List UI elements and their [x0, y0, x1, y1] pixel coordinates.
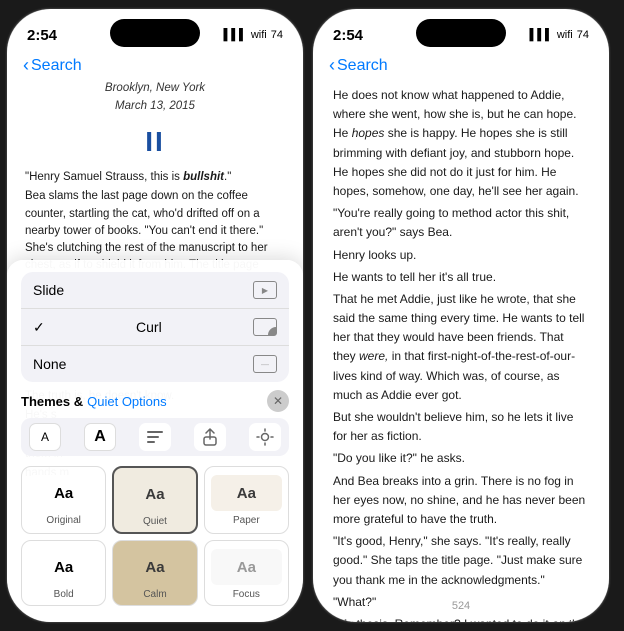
font-increase-button[interactable]: A: [84, 423, 116, 451]
book-location: Brooklyn, New York March 13, 2015: [25, 80, 285, 116]
signal-icon: ▌▌▌: [223, 29, 246, 41]
time-left: 2:54: [27, 27, 57, 44]
theme-paper-preview: Aa: [211, 475, 282, 511]
theme-calm[interactable]: Aa Calm: [112, 540, 197, 606]
theme-quiet-label: Quiet: [143, 516, 167, 527]
theme-bold-preview: Aa: [28, 549, 99, 585]
wifi-icon: wifi: [251, 29, 267, 41]
dynamic-island-right: [416, 19, 506, 47]
theme-grid: Aa Original Aa Quiet Aa Paper Aa Bold: [21, 466, 289, 606]
none-label: None: [33, 356, 66, 372]
theme-original[interactable]: Aa Original: [21, 466, 106, 534]
transition-slide[interactable]: Slide ▶: [21, 272, 289, 309]
app-container: 2:54 ▌▌▌ wifi 74 ‹ Search Brooklyn, New …: [6, 8, 618, 623]
signal-icon-right: ▌▌▌: [529, 29, 552, 41]
status-icons-right: ▌▌▌ wifi 74: [529, 29, 589, 41]
none-icon: —: [253, 355, 277, 373]
themes-label: Themes &: [21, 394, 83, 409]
theme-bold[interactable]: Aa Bold: [21, 540, 106, 606]
theme-calm-label: Calm: [143, 589, 166, 600]
back-label-right: Search: [337, 57, 388, 75]
quiet-options-link[interactable]: Quiet Options: [87, 394, 167, 409]
battery-icon: 74: [271, 29, 283, 41]
theme-quiet-preview: Aa: [120, 476, 189, 512]
theme-bold-label: Bold: [54, 589, 74, 600]
back-button-left[interactable]: ‹ Search: [23, 55, 82, 76]
theme-focus-preview: Aa: [211, 549, 282, 585]
nav-bar-left: ‹ Search: [7, 53, 303, 80]
back-chevron-right: ‹: [329, 55, 335, 76]
chapter-number: II: [25, 120, 285, 163]
theme-focus-label: Focus: [233, 589, 260, 600]
theme-original-preview: Aa: [28, 475, 99, 511]
right-phone: 2:54 ▌▌▌ wifi 74 ‹ Search He does not kn…: [312, 8, 610, 623]
dynamic-island: [110, 19, 200, 47]
themes-header: Themes & Quiet Options ✕: [21, 390, 289, 412]
curl-icon: [253, 318, 277, 336]
theme-paper-label: Paper: [233, 515, 260, 526]
page-number: 524: [452, 600, 470, 612]
back-chevron-left: ‹: [23, 55, 29, 76]
close-button[interactable]: ✕: [267, 390, 289, 412]
font-decrease-button[interactable]: A: [29, 423, 61, 451]
status-icons-left: ▌▌▌ wifi 74: [223, 29, 283, 41]
time-right: 2:54: [333, 27, 363, 44]
reading-content: He does not know what happened to Addie,…: [313, 80, 609, 622]
transition-curl[interactable]: ✓ Curl: [21, 309, 289, 346]
slide-icon: ▶: [253, 281, 277, 299]
share-button[interactable]: [194, 423, 226, 451]
font-controls: A A: [21, 418, 289, 456]
font-settings-button[interactable]: [139, 423, 171, 451]
wifi-icon-right: wifi: [557, 29, 573, 41]
theme-calm-preview: Aa: [119, 549, 190, 585]
battery-icon-right: 74: [577, 29, 589, 41]
brightness-button[interactable]: [249, 423, 281, 451]
theme-original-label: Original: [46, 515, 80, 526]
left-phone: 2:54 ▌▌▌ wifi 74 ‹ Search Brooklyn, New …: [6, 8, 304, 623]
overlay-panel: Slide ▶ ✓ Curl: [7, 260, 303, 622]
curl-label: Curl: [136, 319, 162, 335]
back-label-left: Search: [31, 57, 82, 75]
curl-check: ✓: [33, 319, 45, 336]
theme-quiet[interactable]: Aa Quiet: [112, 466, 197, 534]
theme-focus[interactable]: Aa Focus: [204, 540, 289, 606]
nav-bar-right: ‹ Search: [313, 53, 609, 80]
transition-options: Slide ▶ ✓ Curl: [21, 272, 289, 382]
back-button-right[interactable]: ‹ Search: [329, 55, 388, 76]
transition-none[interactable]: None —: [21, 346, 289, 382]
slide-label: Slide: [33, 282, 64, 298]
theme-paper[interactable]: Aa Paper: [204, 466, 289, 534]
